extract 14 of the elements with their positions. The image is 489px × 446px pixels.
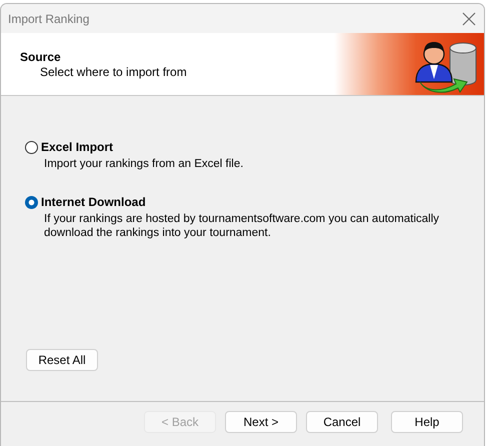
header-subtitle: Select where to import from <box>40 64 187 78</box>
radio-button[interactable] <box>25 196 38 208</box>
reset-button[interactable]: Reset All <box>26 349 98 371</box>
help-button[interactable]: Help <box>391 411 463 433</box>
option-label[interactable]: Excel Import <box>41 140 114 154</box>
close-icon[interactable] <box>462 12 476 26</box>
option-description: Import your rankings from an Excel file. <box>44 157 244 171</box>
next-button[interactable]: Next > <box>225 411 297 433</box>
option-label[interactable]: Internet Download <box>41 195 146 209</box>
cancel-button[interactable]: Cancel <box>306 411 378 433</box>
header-title: Source <box>20 50 62 64</box>
radio-button[interactable] <box>25 140 38 154</box>
window-title: Import Ranking <box>8 12 90 26</box>
option-description: If your rankings are hosted by tournamentsoftware.com you can automatically download the rankings into your tournament. <box>44 212 440 240</box>
